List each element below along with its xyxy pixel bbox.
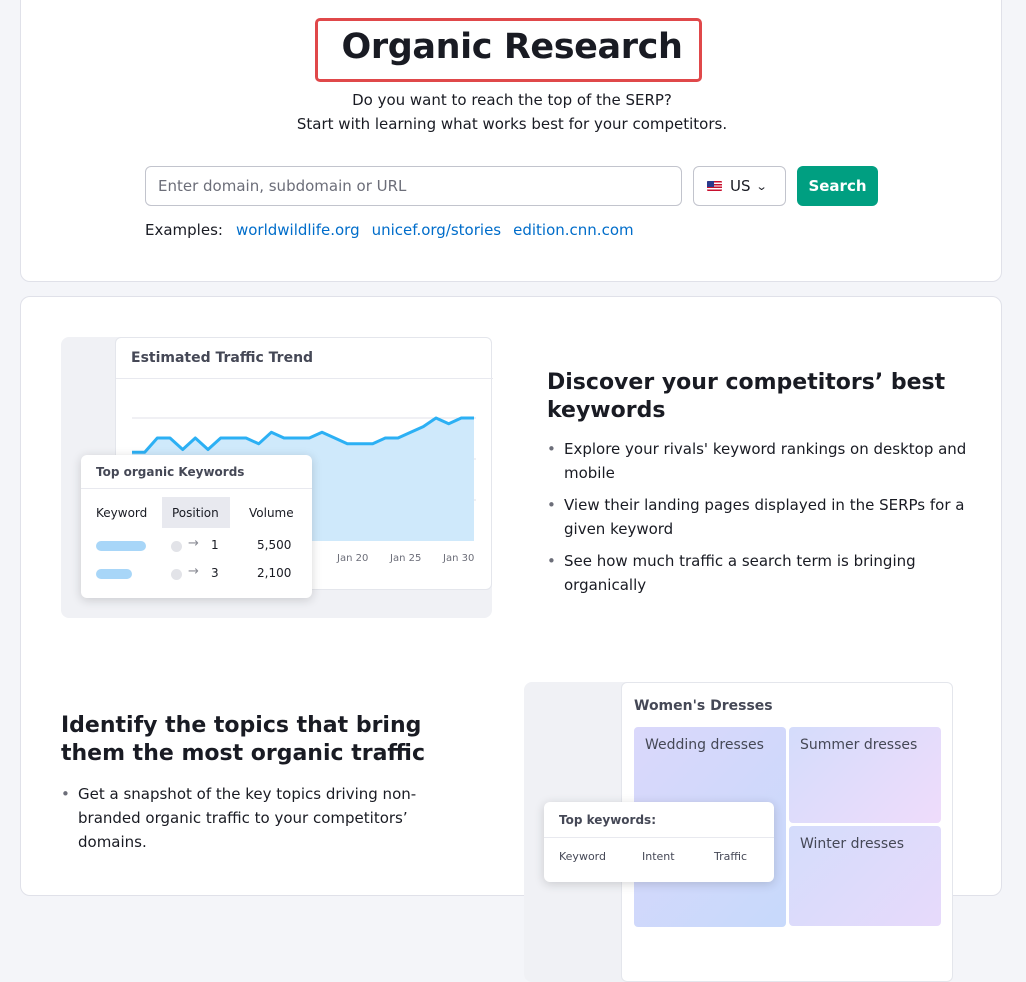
dot-icon [171, 569, 182, 580]
features-card: Estimated Traffic Trend Jan 20 Jan 25 Ja… [20, 296, 1002, 982]
x-tick-label: Jan 25 [390, 553, 422, 564]
column-header-keyword: Keyword [96, 506, 148, 520]
search-card: Organic Research Do you want to reach th… [20, 0, 1002, 282]
column-header-volume: Volume [249, 506, 294, 520]
keyword-position: 1 [211, 538, 219, 552]
x-tick-label: Jan 20 [337, 553, 369, 564]
treemap-tile-summer-dresses: Summer dresses [789, 727, 941, 823]
divider [544, 837, 774, 838]
example-link-cnn[interactable]: edition.cnn.com [513, 221, 633, 239]
feature-topics-heading: Identify the topics that bring them the … [61, 713, 425, 766]
top-keywords-title: Top organic Keywords [96, 465, 245, 479]
dot-icon [171, 541, 182, 552]
page-title: Organic Research [341, 27, 683, 67]
list-item: View their landing pages displayed in th… [547, 493, 967, 541]
database-select[interactable]: US ⌄ [693, 166, 786, 206]
treemap-tile-winter-dresses: Winter dresses [789, 826, 941, 926]
arrow-right-icon: → [188, 564, 199, 579]
x-tick-label: Jan 30 [443, 553, 475, 564]
examples-label: Examples: [145, 221, 223, 239]
example-link-worldwildlife[interactable]: worldwildlife.org [236, 221, 360, 239]
feature-keywords-heading: Discover your competitors’ best keywords [547, 370, 946, 423]
list-item: See how much traffic a search term is br… [547, 549, 967, 597]
column-header-position: Position [172, 506, 219, 520]
topic-keywords-title: Top keywords: [559, 813, 657, 827]
examples-row: Examples: worldwildlife.org unicef.org/s… [145, 221, 634, 239]
treemap-title: Women's Dresses [634, 698, 773, 714]
keyword-volume: 2,100 [257, 566, 292, 580]
keyword-volume: 5,500 [257, 538, 292, 552]
keyword-placeholder-bar [96, 541, 146, 551]
list-item: Get a snapshot of the key topics driving… [61, 782, 441, 854]
list-item: Explore your rivals' keyword rankings on… [547, 437, 967, 485]
top-keywords-panel: Top organic Keywords Keyword Position Vo… [81, 455, 312, 598]
us-flag-icon [707, 181, 722, 191]
feature-topics-list: Get a snapshot of the key topics driving… [61, 782, 441, 862]
domain-search-input[interactable] [145, 166, 682, 206]
arrow-right-icon: → [188, 536, 199, 551]
subtitle-line-1: Do you want to reach the top of the SERP… [352, 91, 672, 109]
keyword-placeholder-bar [96, 569, 132, 579]
divider [81, 488, 312, 489]
example-link-unicef[interactable]: unicef.org/stories [372, 221, 502, 239]
subtitle-line-2: Start with learning what works best for … [296, 115, 728, 133]
database-select-value: US [730, 177, 751, 195]
topic-keywords-panel: Top keywords: Keyword Intent Traffic [544, 802, 774, 882]
feature-keywords-list: Explore your rivals' keyword rankings on… [547, 437, 967, 605]
keyword-position: 3 [211, 566, 219, 580]
search-button[interactable]: Search [797, 166, 878, 206]
chevron-down-icon: ⌄ [755, 179, 768, 193]
